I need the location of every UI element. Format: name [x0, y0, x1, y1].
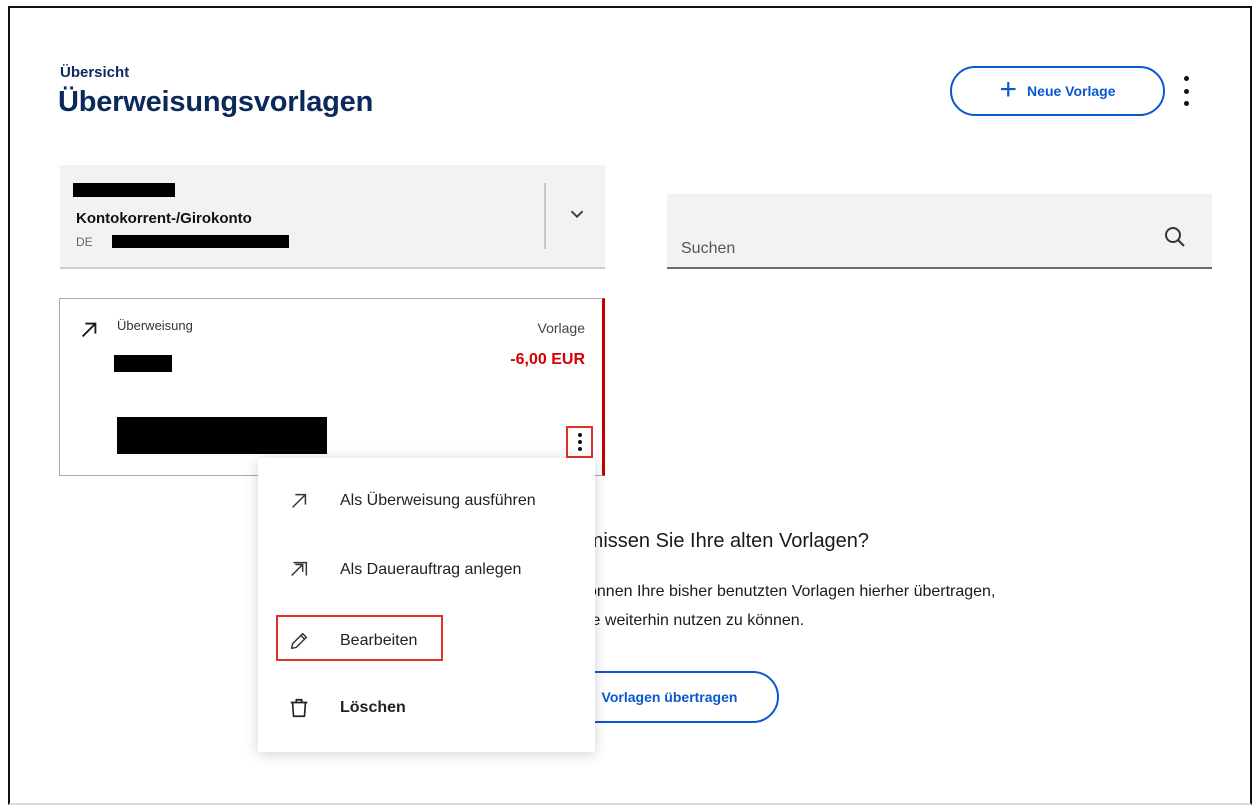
arrow-up-right-icon: [81, 322, 97, 338]
new-template-label: Neue Vorlage: [1027, 83, 1116, 99]
context-menu: Als Überweisung ausführen Als Dauerauftr…: [258, 458, 595, 752]
promo-line-2: sie weiterhin nutzen zu können.: [580, 612, 805, 629]
promo-text: können Ihre bisher benutzten Vorlagen hi…: [580, 577, 995, 635]
menu-item-execute-transfer[interactable]: Als Überweisung ausführen: [258, 477, 595, 525]
redacted-iban: [112, 235, 289, 248]
page-title: Überweisungsvorlagen: [58, 86, 374, 118]
redacted-account-owner: [73, 183, 175, 197]
template-type: Überweisung: [117, 318, 193, 333]
account-iban: DE: [76, 235, 93, 249]
more-options-icon[interactable]: [1176, 76, 1196, 106]
menu-item-label: Löschen: [340, 699, 406, 716]
plus-icon: +: [999, 72, 1018, 106]
card-more-options-icon[interactable]: [566, 426, 593, 458]
search-placeholder: Suchen: [681, 240, 736, 257]
edit-highlight: [276, 615, 443, 661]
menu-item-label: Als Dauerauftrag anlegen: [340, 561, 522, 578]
template-tag: Vorlage: [537, 320, 585, 336]
iban-prefix: DE: [76, 235, 93, 249]
redacted-recipient: [114, 355, 172, 372]
menu-item-label: Als Überweisung ausführen: [340, 492, 536, 509]
template-amount: -6,00 EUR: [510, 351, 585, 368]
account-selector[interactable]: Kontokorrent-/Girokonto DE: [60, 165, 605, 269]
transfer-templates-label: Vorlagen übertragen: [601, 689, 738, 705]
divider: [544, 183, 546, 249]
menu-item-create-standing-order[interactable]: Als Dauerauftrag anlegen: [258, 546, 595, 594]
promo-title: rmissen Sie Ihre alten Vorlagen?: [580, 530, 870, 552]
account-name: Kontokorrent-/Girokonto: [76, 210, 252, 227]
search-icon[interactable]: [1163, 225, 1187, 249]
promo-line-1: können Ihre bisher benutzten Vorlagen hi…: [580, 583, 996, 600]
template-card[interactable]: Überweisung Vorlage -6,00 EUR: [59, 298, 605, 476]
standing-order-icon: [291, 561, 308, 577]
trash-icon: [290, 698, 308, 718]
chevron-down-icon[interactable]: [566, 203, 588, 225]
arrow-up-right-icon: [292, 493, 307, 508]
redacted-reference: [117, 417, 327, 454]
breadcrumb[interactable]: Übersicht: [60, 64, 129, 81]
new-template-button[interactable]: + Neue Vorlage: [950, 66, 1165, 116]
menu-item-delete[interactable]: Löschen: [258, 684, 595, 732]
search-input[interactable]: Suchen: [667, 194, 1212, 269]
